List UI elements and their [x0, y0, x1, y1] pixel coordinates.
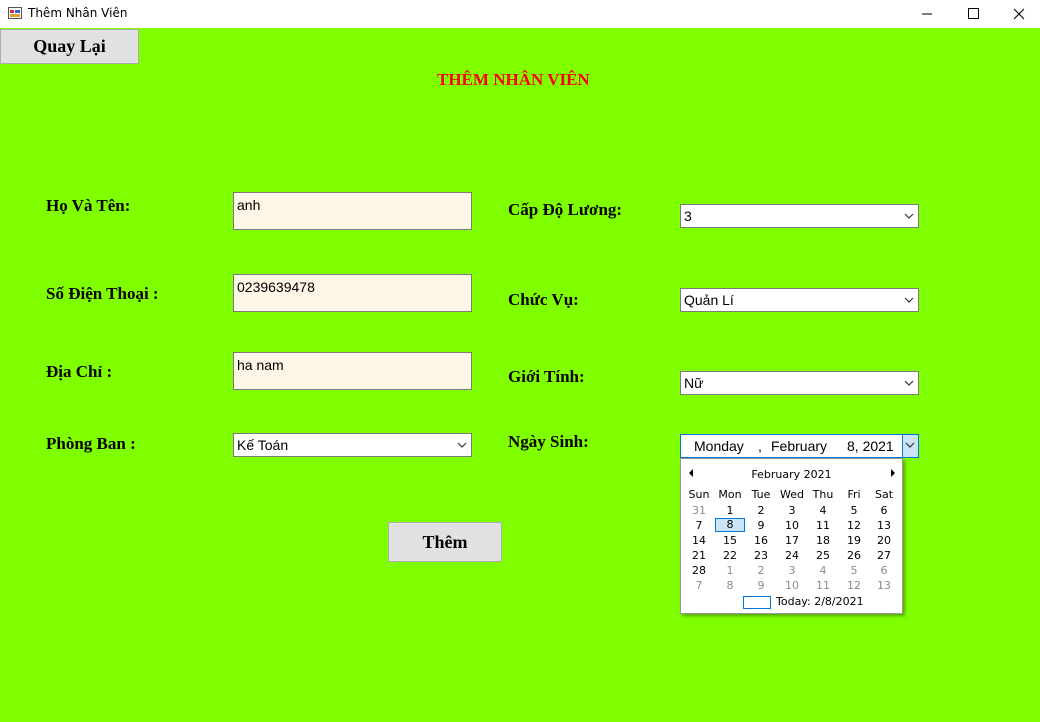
- calendar-day[interactable]: 23: [746, 549, 776, 562]
- calendar-day[interactable]: 10: [777, 579, 807, 592]
- calendar-day[interactable]: 7: [684, 519, 714, 532]
- calendar-day[interactable]: 13: [869, 519, 899, 532]
- department-label: Phòng Ban :: [46, 434, 136, 453]
- department-select[interactable]: Kế Toán: [233, 433, 472, 457]
- calendar-day[interactable]: 13: [869, 579, 899, 592]
- dob-day-year: 8, 2021: [847, 438, 894, 454]
- calendar-day[interactable]: 26: [839, 549, 869, 562]
- calendar-day[interactable]: 2: [746, 564, 776, 577]
- dob-separator: ,: [758, 438, 762, 454]
- salary-level-label: Cấp Độ Lương:: [508, 200, 623, 219]
- phone-input[interactable]: 0239639478: [233, 274, 472, 312]
- app-icon: [8, 7, 22, 19]
- chevron-down-icon: [904, 213, 914, 219]
- calendar-day[interactable]: 4: [808, 564, 838, 577]
- position-select[interactable]: Quản Lí: [680, 288, 919, 312]
- weekday-header: Wed: [780, 488, 804, 501]
- calendar-day[interactable]: 28: [684, 564, 714, 577]
- chevron-down-icon: [904, 297, 914, 303]
- calendar-day[interactable]: 9: [746, 519, 776, 532]
- dob-month: February: [771, 438, 828, 454]
- weekday-header: Fri: [847, 488, 861, 501]
- dob-dropdown-button[interactable]: [902, 435, 918, 457]
- calendar-day[interactable]: 11: [808, 579, 838, 592]
- salary-level-value: 3: [684, 208, 692, 224]
- calendar-day[interactable]: 25: [808, 549, 838, 562]
- gender-label: Giới Tính:: [508, 367, 585, 386]
- position-value: Quản Lí: [684, 292, 734, 308]
- calendar-day[interactable]: 3: [777, 564, 807, 577]
- calendar-day[interactable]: 17: [777, 534, 807, 547]
- calendar-day[interactable]: 24: [777, 549, 807, 562]
- form-client-area: Quay Lại THÊM NHÂN VIÊN Họ Và Tên: anh S…: [0, 28, 1040, 722]
- calendar-day[interactable]: 6: [869, 564, 899, 577]
- today-label[interactable]: Today: 2/8/2021: [776, 595, 864, 608]
- minimize-icon[interactable]: [904, 0, 950, 28]
- salary-level-select[interactable]: 3: [680, 204, 919, 228]
- calendar-day[interactable]: 10: [777, 519, 807, 532]
- department-value: Kế Toán: [237, 437, 289, 453]
- calendar-day[interactable]: 21: [684, 549, 714, 562]
- window-title: Thêm Nhân Viên: [28, 6, 128, 20]
- calendar-day[interactable]: 31: [684, 504, 714, 517]
- gender-select[interactable]: Nữ: [680, 371, 919, 395]
- chevron-down-icon: [457, 442, 467, 448]
- nav-next-icon[interactable]: [890, 469, 896, 477]
- weekday-header: Sun: [688, 488, 710, 501]
- calendar-day-selected[interactable]: 8: [715, 518, 745, 532]
- today-marker: [743, 596, 771, 609]
- calendar-day[interactable]: 12: [839, 519, 869, 532]
- weekday-header: Mon: [718, 488, 742, 501]
- chevron-down-icon: [904, 380, 914, 386]
- calendar-day[interactable]: 27: [869, 549, 899, 562]
- calendar-day[interactable]: 19: [839, 534, 869, 547]
- dob-label: Ngày Sinh:: [508, 432, 589, 451]
- dob-weekday: Monday: [694, 438, 744, 454]
- calendar-day[interactable]: 7: [684, 579, 714, 592]
- calendar-popup: February 2021 Sun Mon Tue Wed Thu Fri Sat 31 1 2 3…: [680, 458, 903, 614]
- address-input[interactable]: ha nam: [233, 352, 472, 390]
- calendar-day[interactable]: 11: [808, 519, 838, 532]
- calendar-day[interactable]: 15: [715, 534, 745, 547]
- phone-label: Số Điện Thoại :: [46, 284, 159, 303]
- calendar-day[interactable]: 3: [777, 504, 807, 517]
- chevron-down-icon: [905, 442, 915, 448]
- name-input[interactable]: anh: [233, 192, 472, 230]
- calendar-day[interactable]: 18: [808, 534, 838, 547]
- gender-value: Nữ: [684, 375, 704, 391]
- maximize-icon[interactable]: [950, 0, 996, 28]
- calendar-day[interactable]: 1: [715, 504, 745, 517]
- weekday-header: Tue: [751, 488, 771, 501]
- calendar-day[interactable]: 1: [715, 564, 745, 577]
- calendar-day[interactable]: 16: [746, 534, 776, 547]
- back-button[interactable]: Quay Lại: [0, 29, 139, 64]
- title-bar: Thêm Nhân Viên: [0, 0, 1040, 28]
- calendar-month-label[interactable]: February 2021: [681, 468, 902, 481]
- calendar-day[interactable]: 20: [869, 534, 899, 547]
- calendar-day[interactable]: 8: [715, 579, 745, 592]
- add-button[interactable]: Thêm: [388, 522, 502, 562]
- dob-date-picker[interactable]: Monday , February 8, 2021: [680, 434, 919, 458]
- position-label: Chức Vụ:: [508, 290, 579, 309]
- address-label: Địa Chỉ :: [46, 362, 113, 381]
- calendar-day[interactable]: 5: [839, 564, 869, 577]
- calendar-day[interactable]: 12: [839, 579, 869, 592]
- weekday-header: Thu: [812, 488, 834, 501]
- calendar-day[interactable]: 4: [808, 504, 838, 517]
- calendar-day[interactable]: 2: [746, 504, 776, 517]
- calendar-day[interactable]: 22: [715, 549, 745, 562]
- weekday-header: Sat: [874, 488, 894, 501]
- name-label: Họ Và Tên:: [46, 196, 131, 215]
- calendar-day[interactable]: 14: [684, 534, 714, 547]
- calendar-day[interactable]: 6: [869, 504, 899, 517]
- calendar-day[interactable]: 9: [746, 579, 776, 592]
- calendar-day[interactable]: 5: [839, 504, 869, 517]
- close-icon[interactable]: [996, 0, 1040, 28]
- page-title: THÊM NHÂN VIÊN: [437, 70, 590, 89]
